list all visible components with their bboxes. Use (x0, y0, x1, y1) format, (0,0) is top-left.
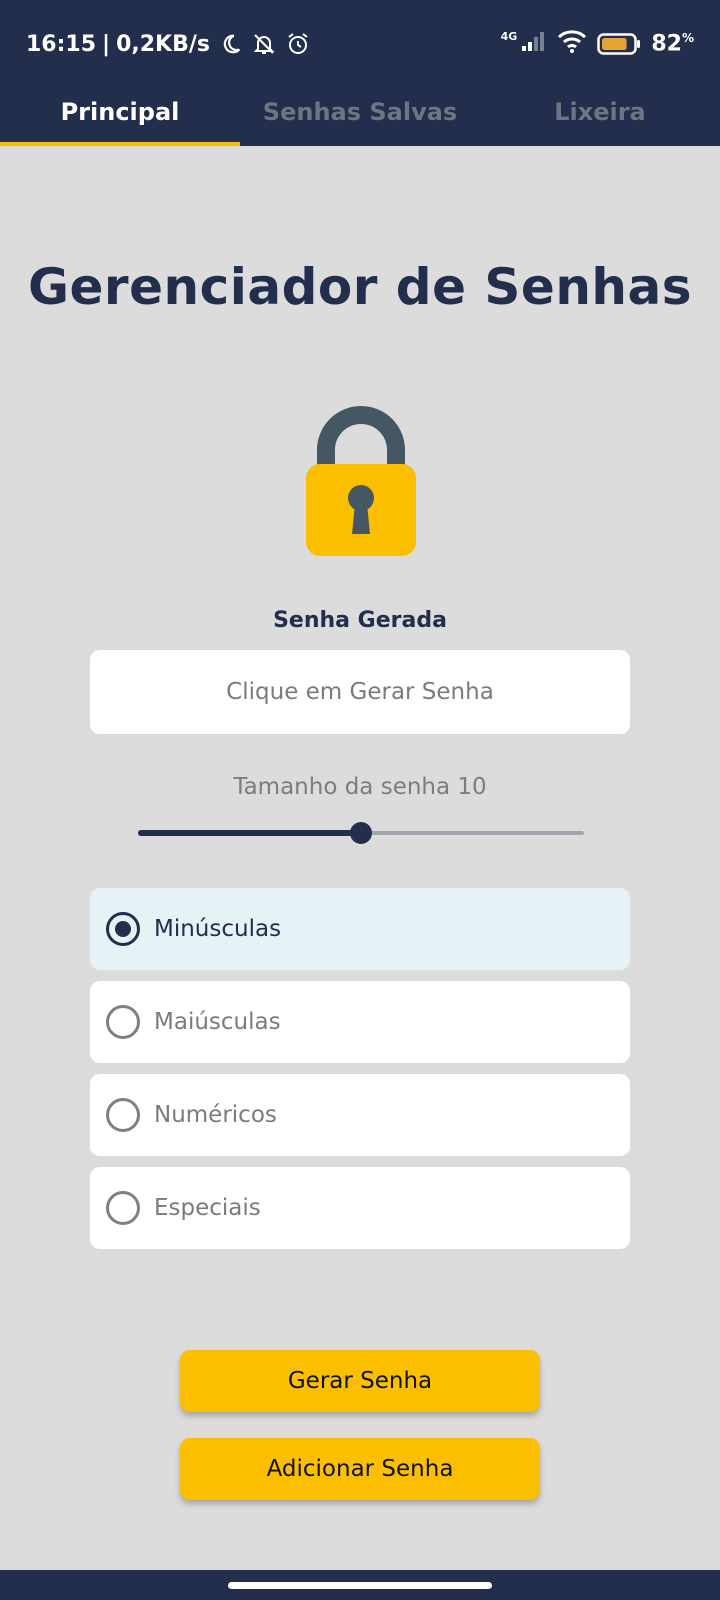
option-maiusculas[interactable]: Maiúsculas (90, 981, 630, 1063)
generated-password-label: Senha Gerada (273, 608, 447, 633)
generated-password-field[interactable]: Clique em Gerar Senha (90, 650, 630, 734)
radio-button[interactable] (106, 1191, 140, 1225)
network-type: 4G (500, 29, 518, 43)
slider-track-fill (138, 830, 361, 836)
slider-thumb[interactable] (350, 822, 372, 844)
alarm-icon (286, 32, 310, 56)
radio-button[interactable] (106, 1098, 140, 1132)
status-bar: 16:15 | 0,2KB/s 4G 82% (0, 0, 720, 88)
status-separator: | (102, 31, 111, 57)
status-time: 16:15 (26, 31, 97, 57)
signal-icon (521, 30, 547, 58)
battery-icon (597, 32, 641, 56)
home-indicator[interactable] (228, 1582, 492, 1589)
option-label: Especiais (154, 1195, 261, 1221)
navigation-bar (0, 1570, 720, 1600)
status-net-speed: 0,2KB/s (116, 31, 210, 57)
tab-senhas-salvas[interactable]: Senhas Salvas (240, 88, 480, 146)
status-left: 16:15 | 0,2KB/s (26, 28, 310, 60)
page-title: Gerenciador de Senhas (27, 258, 693, 316)
bell-off-icon (252, 32, 276, 56)
lock-icon (306, 404, 416, 562)
option-label: Numéricos (154, 1102, 277, 1128)
password-length-slider[interactable] (138, 818, 584, 848)
battery-percent: 82% (651, 31, 694, 56)
wifi-icon (557, 29, 587, 59)
tab-principal[interactable]: Principal (0, 88, 240, 146)
battery-percent-value: 82 (651, 31, 682, 57)
password-length-label: Tamanho da senha 10 (233, 774, 487, 800)
tab-lixeira[interactable]: Lixeira (480, 88, 720, 146)
status-right: 4G 82% (501, 28, 694, 60)
radio-button[interactable] (106, 912, 140, 946)
radio-button[interactable] (106, 1005, 140, 1039)
add-password-button[interactable]: Adicionar Senha (180, 1438, 540, 1500)
battery-percent-unit: % (681, 31, 694, 46)
option-label: Minúsculas (154, 916, 282, 942)
moon-icon (220, 33, 242, 55)
tab-bar: Principal Senhas Salvas Lixeira (0, 88, 720, 146)
generate-password-button[interactable]: Gerar Senha (180, 1350, 540, 1412)
option-especiais[interactable]: Especiais (90, 1167, 630, 1249)
option-minusculas[interactable]: Minúsculas (90, 888, 630, 970)
option-label: Maiúsculas (154, 1009, 281, 1035)
option-numericos[interactable]: Numéricos (90, 1074, 630, 1156)
